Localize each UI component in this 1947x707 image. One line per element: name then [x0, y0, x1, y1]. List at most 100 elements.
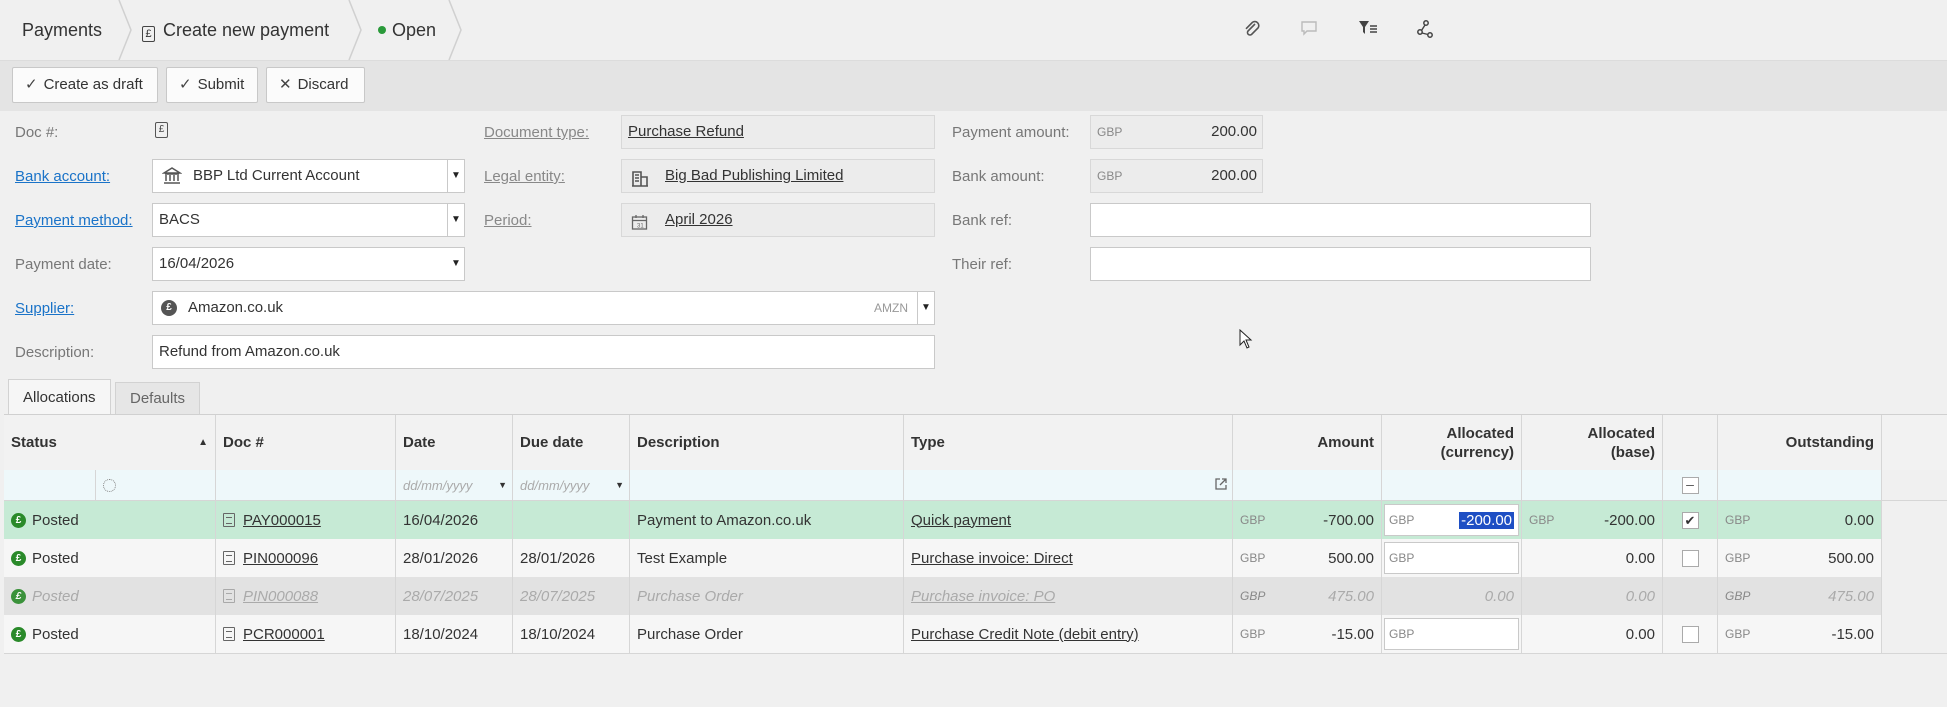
- chevron-down-icon[interactable]: ▼: [447, 204, 464, 236]
- chevron-down-icon[interactable]: ▼: [447, 160, 464, 192]
- allocated-amount-input[interactable]: GBP -200.00: [1384, 504, 1519, 536]
- chevron-down-icon[interactable]: ▼: [615, 480, 624, 490]
- column-header-amount[interactable]: Amount: [1233, 415, 1382, 470]
- row-spacer: [1882, 539, 1947, 577]
- column-header-doc[interactable]: Doc #: [216, 415, 396, 470]
- bank-ref-label: Bank ref:: [952, 212, 1013, 229]
- breadcrumb-payments[interactable]: Payments: [22, 0, 102, 60]
- filter-date[interactable]: dd/mm/yyyy ▼: [396, 470, 513, 500]
- row-checkbox[interactable]: [1681, 549, 1699, 567]
- column-header-allocated-base[interactable]: Allocated (base): [1522, 415, 1663, 470]
- doc-link[interactable]: PAY000015: [243, 512, 321, 529]
- allocated-currency-cell: 0.00: [1382, 577, 1522, 615]
- doc-link[interactable]: PIN000096: [243, 550, 318, 567]
- column-header-due-date[interactable]: Due date: [513, 415, 630, 470]
- filter-amount[interactable]: [1233, 470, 1382, 500]
- tab-allocations[interactable]: Allocations: [8, 379, 111, 414]
- tab-defaults[interactable]: Defaults: [115, 382, 201, 414]
- supplier-currency-icon: £: [161, 300, 177, 316]
- description-field[interactable]: Refund from Amazon.co.uk: [152, 335, 935, 369]
- outstanding-cell: GBP -15.00: [1718, 615, 1882, 653]
- allocated-amount-input[interactable]: GBP: [1384, 542, 1519, 574]
- share-icon[interactable]: [1414, 19, 1436, 41]
- column-header-type[interactable]: Type: [904, 415, 1233, 470]
- filter-status[interactable]: [4, 470, 96, 500]
- chevron-down-icon[interactable]: ▼: [498, 480, 507, 490]
- allocated-amount-input[interactable]: GBP: [1384, 618, 1519, 650]
- doc-link[interactable]: PIN000088: [243, 588, 318, 605]
- currency-code: GBP: [1725, 513, 1751, 527]
- filter-due-date[interactable]: dd/mm/yyyy ▼: [513, 470, 630, 500]
- bank-ref-input[interactable]: [1090, 203, 1591, 237]
- filter-description[interactable]: [630, 470, 904, 500]
- type-link[interactable]: Purchase invoice: PO: [911, 588, 1055, 605]
- allocated-currency-cell[interactable]: GBP: [1382, 539, 1522, 577]
- row-checkbox-checked[interactable]: ✔: [1681, 511, 1699, 529]
- column-header-description[interactable]: Description: [630, 415, 904, 470]
- type-link[interactable]: Purchase Credit Note (debit entry): [911, 626, 1139, 643]
- supplier-label[interactable]: Supplier:: [15, 299, 74, 319]
- filter-select-all[interactable]: –: [1663, 470, 1718, 500]
- table-row[interactable]: £ Posted PCR000001 18/10/2024 18/10/2024 Purc…: [4, 615, 1947, 654]
- status-label: Posted: [32, 625, 79, 643]
- sort-ascending-icon[interactable]: ▲: [198, 437, 208, 448]
- column-header-allocated-currency[interactable]: Allocated (currency): [1382, 415, 1522, 470]
- submit-label: Submit: [197, 76, 245, 93]
- column-header-outstanding[interactable]: Outstanding: [1718, 415, 1882, 470]
- payment-date-field[interactable]: 16/04/2026 ▼: [152, 247, 465, 281]
- period-field: 31 April 2026: [621, 203, 935, 237]
- supplier-field[interactable]: £ Amazon.co.uk AMZN ▼: [152, 291, 935, 325]
- their-ref-input[interactable]: [1090, 247, 1591, 281]
- discard-button[interactable]: ✕ Discard: [266, 67, 365, 103]
- bank-amount-value: 200.00: [1211, 167, 1257, 184]
- column-header-date[interactable]: Date: [396, 415, 513, 470]
- select-cell: [1663, 615, 1718, 653]
- create-as-draft-button[interactable]: ✓ Create as draft: [12, 67, 158, 103]
- table-row[interactable]: £ Posted PIN000096 28/01/2026 28/01/2026 Test…: [4, 539, 1947, 578]
- filter-list-icon[interactable]: [1357, 19, 1379, 41]
- payment-method-label[interactable]: Payment method:: [15, 211, 133, 231]
- comment-icon[interactable]: [1298, 19, 1320, 41]
- outstanding-value: 475.00: [1828, 587, 1874, 605]
- period-value[interactable]: April 2026: [665, 211, 733, 228]
- filter-type[interactable]: [904, 470, 1233, 500]
- type-link[interactable]: Purchase invoice: Direct: [911, 550, 1073, 567]
- allocated-amount-value: -200.00: [1459, 511, 1514, 529]
- submit-button[interactable]: ✓ Submit: [166, 67, 258, 103]
- filter-outstanding[interactable]: [1718, 470, 1882, 500]
- filter-spacer: [1882, 470, 1947, 500]
- mouse-cursor-icon: [1239, 329, 1253, 349]
- paperclip-icon[interactable]: [1241, 19, 1263, 41]
- doc-link[interactable]: PCR000001: [243, 626, 325, 643]
- column-header-status[interactable]: Status ▲: [4, 415, 216, 470]
- chevron-down-icon[interactable]: ▼: [448, 248, 464, 280]
- bank-account-label[interactable]: Bank account:: [15, 167, 110, 187]
- type-link[interactable]: Quick payment: [911, 512, 1011, 529]
- row-checkbox[interactable]: [1681, 625, 1699, 643]
- filter-allocated-currency[interactable]: [1382, 470, 1522, 500]
- payment-amount-label: Payment amount:: [952, 124, 1070, 141]
- payment-date-label: Payment date:: [15, 256, 112, 273]
- chevron-down-icon[interactable]: ▼: [917, 292, 934, 324]
- table-row[interactable]: £ Posted PIN000088 28/07/2025 28/07/2025 Purc…: [4, 577, 1947, 616]
- filter-doc[interactable]: [216, 470, 396, 500]
- status-label: Posted: [32, 587, 79, 605]
- currency-code: GBP: [1725, 627, 1751, 641]
- legal-entity-value[interactable]: Big Bad Publishing Limited: [665, 167, 843, 184]
- allocated-currency-cell[interactable]: GBP -200.00: [1382, 501, 1522, 539]
- bank-account-value: BBP Ltd Current Account: [193, 167, 360, 184]
- status-label: Posted: [32, 511, 79, 529]
- amount-cell: GBP 475.00: [1233, 577, 1382, 615]
- document-type-value[interactable]: Purchase Refund: [628, 123, 744, 140]
- bank-account-field[interactable]: BBP Ltd Current Account ▼: [152, 159, 465, 193]
- filter-allocated-base[interactable]: [1522, 470, 1663, 500]
- top-bar: Payments £ Create new payment Open: [0, 0, 1947, 61]
- allocated-currency-cell[interactable]: GBP: [1382, 615, 1522, 653]
- select-all-checkbox[interactable]: –: [1681, 476, 1699, 494]
- open-external-icon[interactable]: [1214, 477, 1228, 495]
- payment-amount-field: GBP 200.00: [1090, 115, 1263, 149]
- payment-method-field[interactable]: BACS ▼: [152, 203, 465, 237]
- table-row[interactable]: £ Posted PAY000015 16/04/2026 Payment to Ama…: [4, 501, 1947, 540]
- amount-cell: GBP 500.00: [1233, 539, 1382, 577]
- filter-status-clear[interactable]: [96, 470, 216, 500]
